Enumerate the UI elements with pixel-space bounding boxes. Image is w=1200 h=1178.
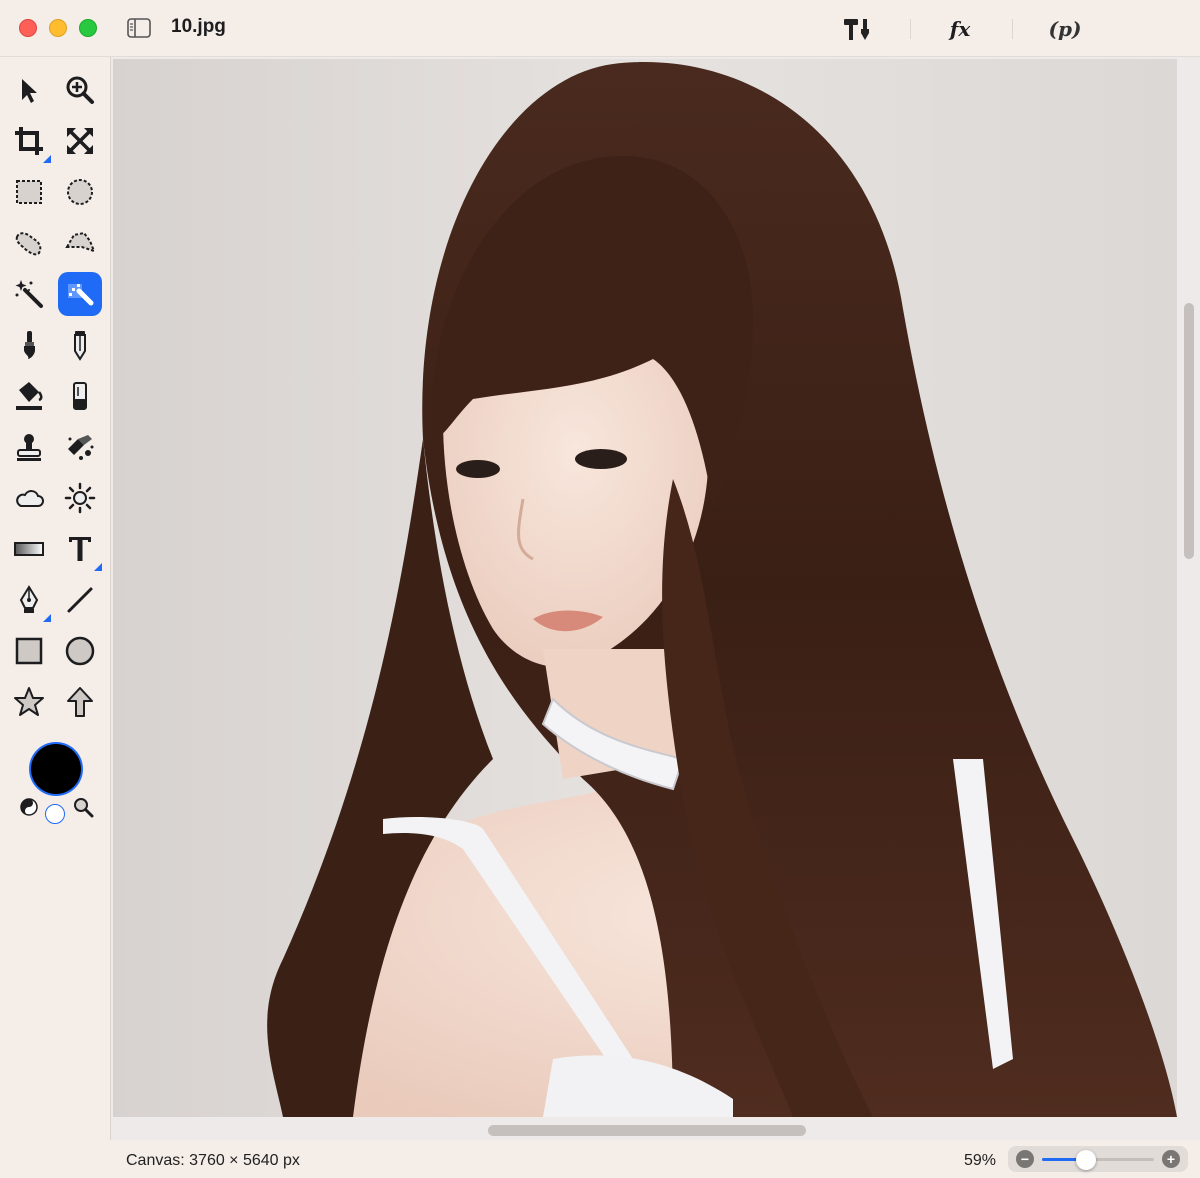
document-title: 10.jpg xyxy=(171,16,226,37)
cloud-icon xyxy=(16,490,44,507)
star-tool[interactable] xyxy=(7,680,51,724)
canvas-scroll-view[interactable] xyxy=(110,57,1200,1140)
portrait-photo xyxy=(113,59,1177,1117)
gradient-tool[interactable] xyxy=(7,527,51,571)
zoom-control: − + xyxy=(1008,1146,1188,1172)
tools-palette xyxy=(0,58,110,1138)
rect-select-tool[interactable] xyxy=(7,170,51,214)
paint-bucket-icon xyxy=(16,382,43,410)
zoom-in-icon xyxy=(66,76,94,104)
secondary-color-well[interactable] xyxy=(45,804,65,824)
effects-button[interactable]: fx xyxy=(940,12,980,46)
status-bar: Canvas: 3760 × 5640 px 59% − + xyxy=(110,1140,1200,1178)
gradient-icon xyxy=(14,542,44,556)
smart-select-tool[interactable] xyxy=(58,272,102,316)
zoom-slider[interactable] xyxy=(1042,1150,1154,1170)
rectangle-tool[interactable] xyxy=(7,629,51,673)
brush-tool[interactable] xyxy=(7,323,51,367)
lasso-icon xyxy=(15,232,42,256)
pencil-icon xyxy=(74,331,86,361)
resize-tool[interactable] xyxy=(58,119,102,163)
tools-toolbar-button[interactable] xyxy=(838,12,878,46)
title-bar: 10.jpg fx (p) xyxy=(0,0,1200,57)
arrows-expand-icon xyxy=(66,127,94,155)
brush-icon xyxy=(24,331,35,359)
tool-submenu-indicator xyxy=(43,614,51,622)
arrow-select-icon xyxy=(22,79,37,103)
sun-icon xyxy=(64,482,96,514)
canvas-size-label: Canvas: 3760 × 5640 px xyxy=(126,1152,300,1169)
crop-icon xyxy=(15,127,43,155)
vertical-scrollbar[interactable] xyxy=(1184,303,1194,559)
circle-icon xyxy=(65,636,95,666)
line-tool[interactable] xyxy=(58,578,102,622)
ellipse-select-icon xyxy=(67,179,93,205)
pen-tool[interactable] xyxy=(7,578,51,622)
paint-bucket-tool[interactable] xyxy=(7,374,51,418)
tool-submenu-indicator xyxy=(94,563,102,571)
stamp-icon xyxy=(17,434,41,461)
pen-nib-icon xyxy=(19,585,39,613)
retouch-icon xyxy=(68,435,94,460)
zoom-window-button[interactable] xyxy=(79,19,97,37)
arrow-tool[interactable] xyxy=(7,68,51,112)
minimize-window-button[interactable] xyxy=(49,19,67,37)
lasso-tool[interactable] xyxy=(7,221,51,265)
arrow-shape-tool[interactable] xyxy=(58,680,102,724)
zoom-in-button[interactable]: + xyxy=(1162,1150,1180,1168)
smart-brush-select-icon xyxy=(68,284,94,306)
magic-wand-icon xyxy=(15,280,43,308)
zoom-out-button[interactable]: − xyxy=(1016,1150,1034,1168)
sidebar-toggle-icon[interactable] xyxy=(127,18,151,38)
toolbar-separator xyxy=(910,19,911,39)
polygon-lasso-tool[interactable] xyxy=(58,221,102,265)
retouch-tool[interactable] xyxy=(58,425,102,469)
ellipse-select-tool[interactable] xyxy=(58,170,102,214)
square-icon xyxy=(15,637,43,665)
text-icon xyxy=(69,537,91,561)
swap-colors-icon[interactable] xyxy=(18,796,40,818)
close-window-button[interactable] xyxy=(19,19,37,37)
line-icon xyxy=(67,587,93,613)
polygon-lasso-icon xyxy=(65,231,96,253)
horizontal-scrollbar[interactable] xyxy=(488,1125,806,1136)
document-image[interactable] xyxy=(113,59,1177,1117)
zoom-percentage: 59% xyxy=(964,1152,997,1169)
app-window: 10.jpg fx (p) Canvas: 3760 × 5640 px 59%… xyxy=(0,0,1200,1178)
parameters-button[interactable]: (p) xyxy=(1042,12,1088,46)
text-tool[interactable] xyxy=(58,527,102,571)
zoom-slider-knob[interactable] xyxy=(1076,1150,1096,1170)
color-picker-magnifier-icon[interactable] xyxy=(72,796,94,818)
zoom-tool[interactable] xyxy=(58,68,102,112)
light-tool[interactable] xyxy=(58,476,102,520)
rect-select-icon xyxy=(16,180,42,204)
toolbar-separator xyxy=(1012,19,1013,39)
crop-tool[interactable] xyxy=(7,119,51,163)
eraser-tool[interactable] xyxy=(58,374,102,418)
arrow-up-icon xyxy=(67,687,93,717)
hammer-brush-icon xyxy=(844,19,869,40)
ellipse-tool[interactable] xyxy=(58,629,102,673)
primary-color-well[interactable] xyxy=(31,744,81,794)
tool-submenu-indicator xyxy=(43,155,51,163)
magic-wand-tool[interactable] xyxy=(7,272,51,316)
eraser-icon xyxy=(73,382,87,410)
star-icon xyxy=(14,687,44,716)
clone-stamp-tool[interactable] xyxy=(7,425,51,469)
smudge-tool[interactable] xyxy=(7,476,51,520)
pencil-tool[interactable] xyxy=(58,323,102,367)
